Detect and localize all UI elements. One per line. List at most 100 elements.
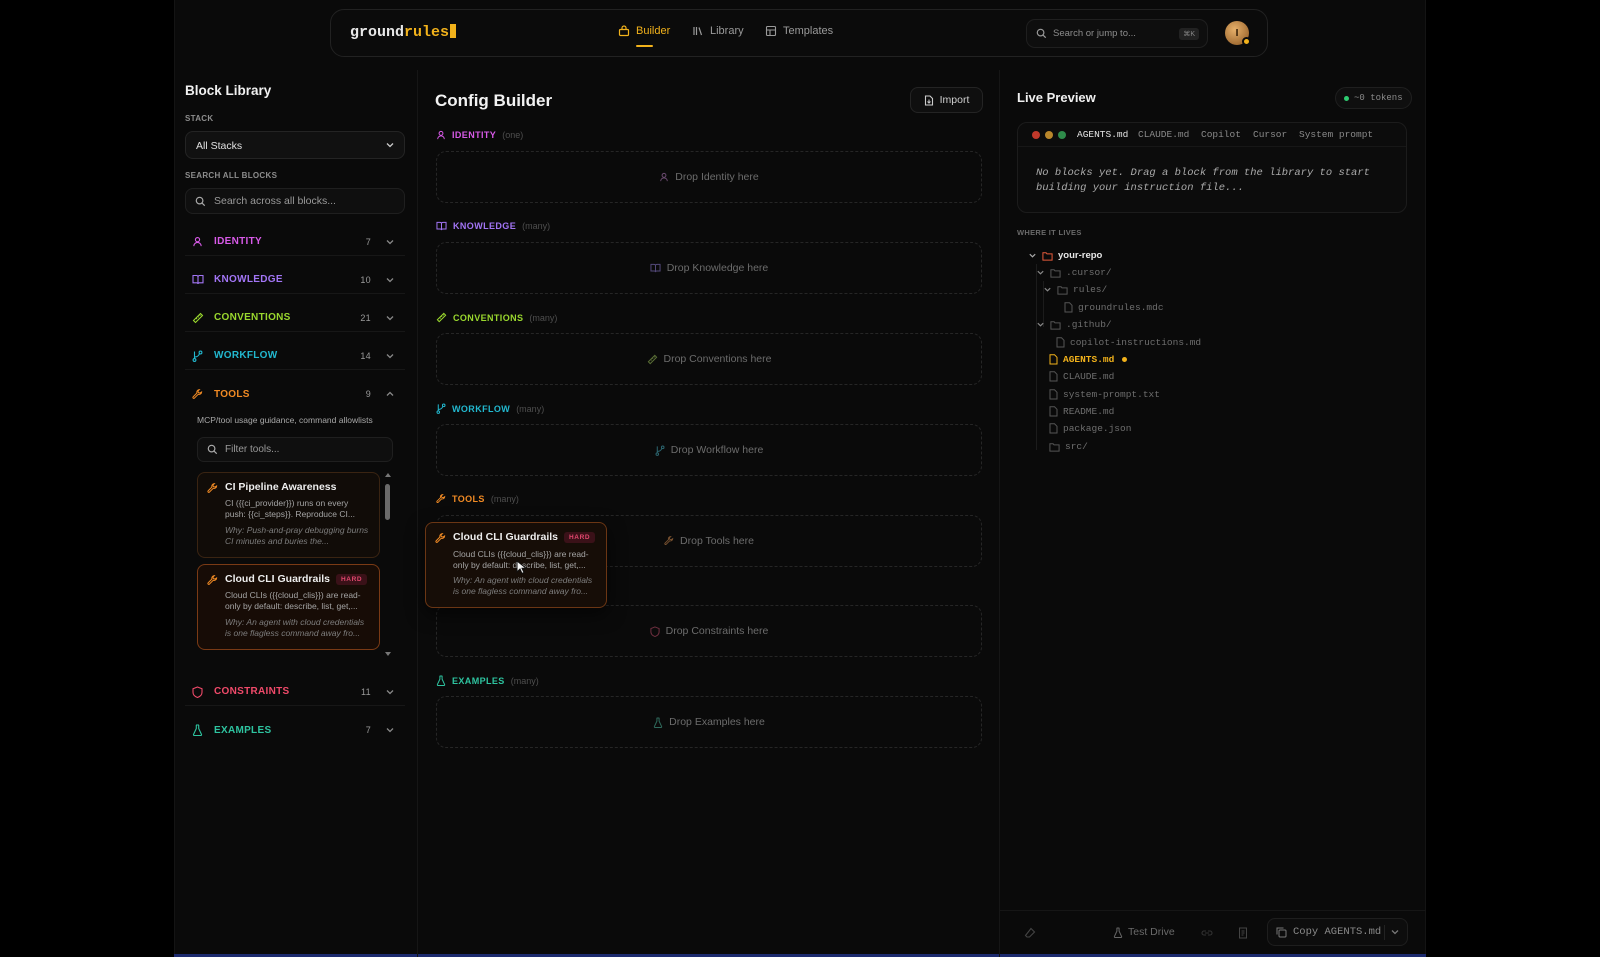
chevron-down-icon: [386, 240, 394, 245]
drop-zone-workflow[interactable]: Drop Workflow here: [436, 424, 982, 476]
file-icon: [1049, 371, 1058, 382]
drop-zone-constraints[interactable]: Drop Constraints here: [436, 605, 982, 657]
tree-cursor-folder[interactable]: .cursor/: [1036, 267, 1112, 278]
copy-icon: [1276, 927, 1287, 937]
slot-tools-label: TOOLS (many): [436, 494, 519, 504]
search-icon: [207, 444, 218, 455]
chevron-down-icon[interactable]: [1390, 927, 1400, 937]
category-workflow[interactable]: WORKFLOW 14: [185, 342, 405, 370]
tab-copilot[interactable]: Copilot: [1201, 129, 1241, 140]
link-icon[interactable]: [1201, 928, 1213, 938]
tree-github-folder[interactable]: .github/: [1036, 319, 1112, 330]
tree-readme[interactable]: README.md: [1049, 406, 1114, 417]
drop-zone-conventions[interactable]: Drop Conventions here: [436, 333, 982, 385]
user-avatar[interactable]: I: [1225, 21, 1251, 46]
tools-card-list[interactable]: CI Pipeline Awareness CI ({{ci_provider}…: [197, 472, 393, 657]
card-list-scrollbar[interactable]: [383, 472, 393, 657]
unsaved-dot: [1122, 357, 1128, 362]
tree-agents-md[interactable]: AGENTS.md: [1049, 354, 1128, 365]
tree-your-repo[interactable]: your-repo: [1028, 250, 1102, 261]
slot-identity-label: IDENTITY (one): [436, 130, 523, 140]
stack-label: STACK: [185, 114, 214, 123]
import-button[interactable]: Import: [910, 87, 983, 113]
preview-footer: Test Drive Copy AGENTS.md: [1000, 910, 1426, 954]
person-icon: [660, 172, 669, 182]
stack-select[interactable]: All Stacks: [185, 131, 405, 159]
file-icon: [1056, 337, 1065, 348]
tree-src-folder[interactable]: src/: [1049, 441, 1088, 452]
nav-templates[interactable]: Templates: [765, 25, 833, 37]
wrench-icon: [436, 494, 446, 503]
chevron-down-icon: [386, 316, 394, 321]
ruler-icon: [647, 354, 657, 364]
search-icon: [195, 196, 206, 206]
app-logo[interactable]: groundrules: [350, 24, 457, 41]
tree-copilot-instructions[interactable]: copilot-instructions.md: [1056, 337, 1201, 348]
status-dot: [1344, 95, 1349, 101]
nav-builder[interactable]: Builder: [618, 25, 670, 47]
search-icon: [1036, 28, 1047, 39]
copy-agents-md-button[interactable]: Copy AGENTS.md: [1267, 918, 1408, 946]
status-dot: [1242, 37, 1251, 46]
document-icon[interactable]: [1238, 927, 1248, 939]
category-conventions[interactable]: CONVENTIONS 21: [185, 304, 405, 332]
scrollbar-thumb[interactable]: [385, 484, 390, 520]
tree-rules-folder[interactable]: rules/: [1043, 284, 1107, 295]
templates-icon: [765, 25, 777, 37]
folder-icon: [1050, 320, 1061, 330]
window-dot-green: [1058, 131, 1066, 139]
folder-open-icon: [1042, 251, 1053, 261]
category-examples[interactable]: EXAMPLES 7: [185, 716, 405, 744]
where-it-lives-label: WHERE IT LIVES: [1017, 228, 1082, 237]
folder-icon: [1057, 285, 1068, 295]
tab-agents-md[interactable]: AGENTS.md: [1077, 129, 1128, 140]
tab-claude-md[interactable]: CLAUDE.md: [1138, 129, 1189, 140]
search-blocks-input[interactable]: Search across all blocks...: [185, 188, 405, 214]
tab-cursor[interactable]: Cursor: [1253, 129, 1287, 140]
category-constraints[interactable]: CONSTRAINTS 11: [185, 678, 405, 706]
token-count-badge: ~0 tokens: [1335, 87, 1412, 109]
tree-system-prompt[interactable]: system-prompt.txt: [1049, 389, 1160, 400]
block-card-cloud-cli[interactable]: Cloud CLI Guardrails HARD Cloud CLIs ({{c…: [197, 564, 380, 650]
wrench-icon: [207, 483, 218, 493]
block-library-title: Block Library: [185, 83, 272, 98]
flask-icon: [1113, 926, 1123, 938]
chevron-down-icon: [386, 354, 394, 359]
nav-library[interactable]: Library: [692, 25, 744, 37]
global-search-input[interactable]: Search or jump to... ⌘K: [1026, 19, 1208, 48]
preview-empty-text: No blocks yet. Drag a block from the lib…: [1036, 167, 1370, 194]
block-card-ci-pipeline[interactable]: CI Pipeline Awareness CI ({{ci_provider}…: [197, 472, 380, 558]
eraser-icon[interactable]: [1024, 927, 1036, 939]
chevron-down-icon: [1037, 270, 1044, 275]
tab-system-prompt[interactable]: System prompt: [1299, 129, 1373, 140]
flask-icon: [192, 724, 203, 736]
category-identity[interactable]: IDENTITY 7: [185, 228, 405, 256]
config-builder-title: Config Builder: [435, 91, 553, 110]
window-dot-red: [1032, 131, 1040, 139]
preview-panel: AGENTS.md CLAUDE.md Copilot Cursor Syste…: [1017, 122, 1407, 213]
branch-icon: [655, 445, 665, 456]
tree-groundrules-mdc[interactable]: groundrules.mdc: [1064, 302, 1164, 313]
tree-claude-md[interactable]: CLAUDE.md: [1049, 371, 1114, 382]
drop-zone-examples[interactable]: Drop Examples here: [436, 696, 982, 748]
search-blocks-label: SEARCH ALL BLOCKS: [185, 171, 278, 180]
folder-icon: [1049, 442, 1060, 452]
filter-tools-input[interactable]: Filter tools...: [197, 437, 393, 462]
shield-icon: [192, 685, 203, 698]
chevron-down-icon: [1029, 253, 1036, 258]
test-drive-button[interactable]: Test Drive: [1113, 926, 1175, 938]
folder-icon: [1050, 268, 1061, 278]
drop-zone-knowledge[interactable]: Drop Knowledge here: [436, 242, 982, 294]
file-icon: [1064, 302, 1073, 313]
tree-package-json[interactable]: package.json: [1049, 423, 1131, 434]
person-icon: [193, 237, 202, 247]
category-tools[interactable]: TOOLS 9: [185, 380, 405, 408]
book-icon: [650, 263, 661, 273]
top-nav-bar: groundrules Builder Library Templates Se…: [330, 9, 1268, 57]
live-preview-title: Live Preview: [1017, 90, 1096, 105]
category-knowledge[interactable]: KNOWLEDGE 10: [185, 266, 405, 294]
flask-icon: [436, 675, 446, 686]
scroll-down-icon: [385, 652, 391, 656]
branch-icon: [436, 403, 446, 414]
drop-zone-identity[interactable]: Drop Identity here: [436, 151, 982, 203]
